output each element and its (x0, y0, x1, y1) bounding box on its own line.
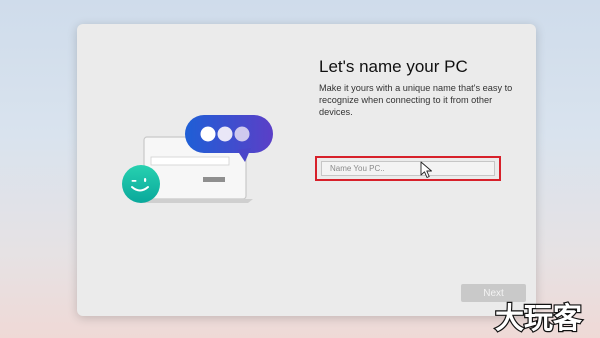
watermark-text: 大玩客 (495, 301, 583, 334)
pc-name-input[interactable] (321, 161, 495, 176)
watermark-logo: 大玩客 (494, 300, 584, 334)
mouse-cursor-icon (420, 161, 432, 178)
page-description: Make it yours with a unique name that's … (319, 83, 513, 117)
laptop-illustration-icon (122, 115, 273, 203)
setup-dialog: Let's name your PC Make it yours with a … (77, 24, 536, 316)
page-title: Let's name your PC (319, 57, 468, 76)
